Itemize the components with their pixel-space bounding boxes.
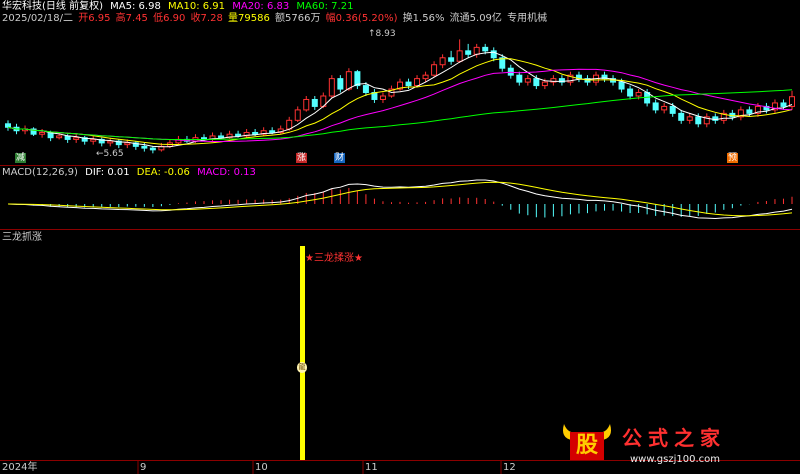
marker-reduce[interactable]: 减 [15, 153, 27, 163]
candle [686, 113, 693, 124]
xaxis-label-nov: 11 [365, 462, 378, 473]
volume-value: 量79586 [228, 13, 270, 24]
signal-coin-icon: 龍 [297, 362, 307, 373]
candle [789, 90, 795, 110]
signal-bar [300, 246, 305, 460]
candle [473, 43, 480, 58]
marker-finance[interactable]: 财 [334, 153, 346, 163]
bull-logo-icon: 股 [560, 418, 614, 464]
candle [294, 106, 301, 123]
candle [30, 127, 37, 136]
indicator-label[interactable]: 三龙抓涨 [2, 232, 42, 244]
candle [260, 127, 267, 136]
candle [465, 43, 472, 58]
header-line-2: 2025/02/18/二 开6.95 高7.45 低6.90 收7.28 量79… [2, 13, 551, 25]
stock-name[interactable]: 华宏科技(日线 前复权) [2, 1, 103, 12]
marker-rise[interactable]: 涨 [296, 153, 308, 163]
candle [712, 113, 719, 124]
ma10-value: MA10: 6.91 [168, 1, 226, 12]
candle [771, 99, 778, 114]
date-value: 2025/02/18/二 [2, 13, 74, 24]
candle [73, 134, 80, 143]
macd-label[interactable]: MACD(12,26,9) [2, 167, 78, 178]
candle [652, 99, 659, 114]
ma5-value: MA5: 6.98 [110, 1, 161, 12]
candle [448, 50, 455, 65]
low-mark: ←5.65 [96, 149, 124, 159]
low-value: 低6.90 [153, 13, 186, 24]
header-line-1: 华宏科技(日线 前复权) MA5: 6.98 MA10: 6.91 MA20: … [2, 1, 357, 13]
candle [132, 141, 139, 150]
xaxis-label-oct: 10 [255, 462, 268, 473]
candle [456, 39, 463, 63]
ma10-line [7, 58, 793, 145]
candle [311, 96, 318, 110]
candle [90, 135, 97, 145]
ma60-value: MA60: 7.21 [296, 1, 354, 12]
candle [558, 75, 565, 86]
turnover-value: 换1.56% [402, 13, 445, 24]
marker-forecast[interactable]: 预 [727, 153, 739, 163]
candle [149, 146, 156, 154]
signal-text: ★三龙揉涨★ [305, 253, 363, 264]
candle [303, 96, 310, 112]
candle [98, 137, 105, 147]
candle [379, 92, 386, 103]
dea-value: DEA: -0.06 [136, 167, 190, 178]
candle [354, 69, 361, 90]
candle [567, 71, 574, 86]
watermark-name: 公式之家 [622, 426, 726, 450]
candle [22, 125, 29, 135]
high-value: 高7.45 [115, 13, 148, 24]
ma20-value: MA20: 6.83 [232, 1, 290, 12]
logo-text: 股 [575, 433, 598, 458]
dif-line [7, 179, 793, 220]
amount-value: 额5766万 [275, 13, 321, 24]
candle [627, 85, 634, 100]
float-cap-value: 流通5.09亿 [449, 13, 502, 24]
candle [550, 75, 557, 86]
concept-value: 专用机械 [507, 13, 548, 24]
xaxis-label-sep: 9 [140, 462, 147, 473]
candle [226, 130, 233, 140]
signal-group [300, 246, 305, 460]
ma60-line [7, 89, 793, 141]
stock-chart[interactable] [0, 0, 800, 474]
candle [507, 64, 514, 79]
candle [337, 75, 344, 93]
ma-lines-group [7, 51, 793, 148]
candle [81, 135, 88, 145]
candle [678, 109, 685, 124]
candle [737, 106, 744, 121]
candle [661, 102, 668, 114]
dif-value: DIF: 0.01 [85, 167, 130, 178]
macd-value: MACD: 0.13 [197, 167, 256, 178]
candle [107, 137, 114, 147]
candle [601, 71, 608, 83]
candle [371, 89, 378, 103]
macd-header: MACD(12,26,9) DIF: 0.01 DEA: -0.06 MACD:… [2, 167, 260, 179]
candle [5, 120, 11, 131]
candle [243, 129, 250, 138]
candle [328, 75, 335, 98]
candle [575, 71, 582, 83]
watermark-url: www.gszj100.com [630, 454, 721, 465]
candle [115, 139, 122, 149]
open-value: 开6.95 [78, 13, 111, 24]
change-value: 幅0.36(5.20%) [325, 13, 398, 24]
xaxis-label-year: 2024年 [2, 462, 38, 473]
candle [516, 71, 523, 86]
candle [277, 125, 284, 135]
candle [524, 75, 531, 86]
ma5-line [7, 51, 793, 148]
x-axis [137, 461, 502, 474]
candle [431, 61, 438, 77]
close-value: 收7.28 [190, 13, 223, 24]
candle [720, 109, 727, 124]
macd-group [7, 179, 793, 220]
xaxis-label-dec: 12 [503, 462, 516, 473]
candle [439, 54, 446, 69]
high-mark: ↑8.93 [368, 29, 396, 39]
candle [703, 113, 710, 128]
